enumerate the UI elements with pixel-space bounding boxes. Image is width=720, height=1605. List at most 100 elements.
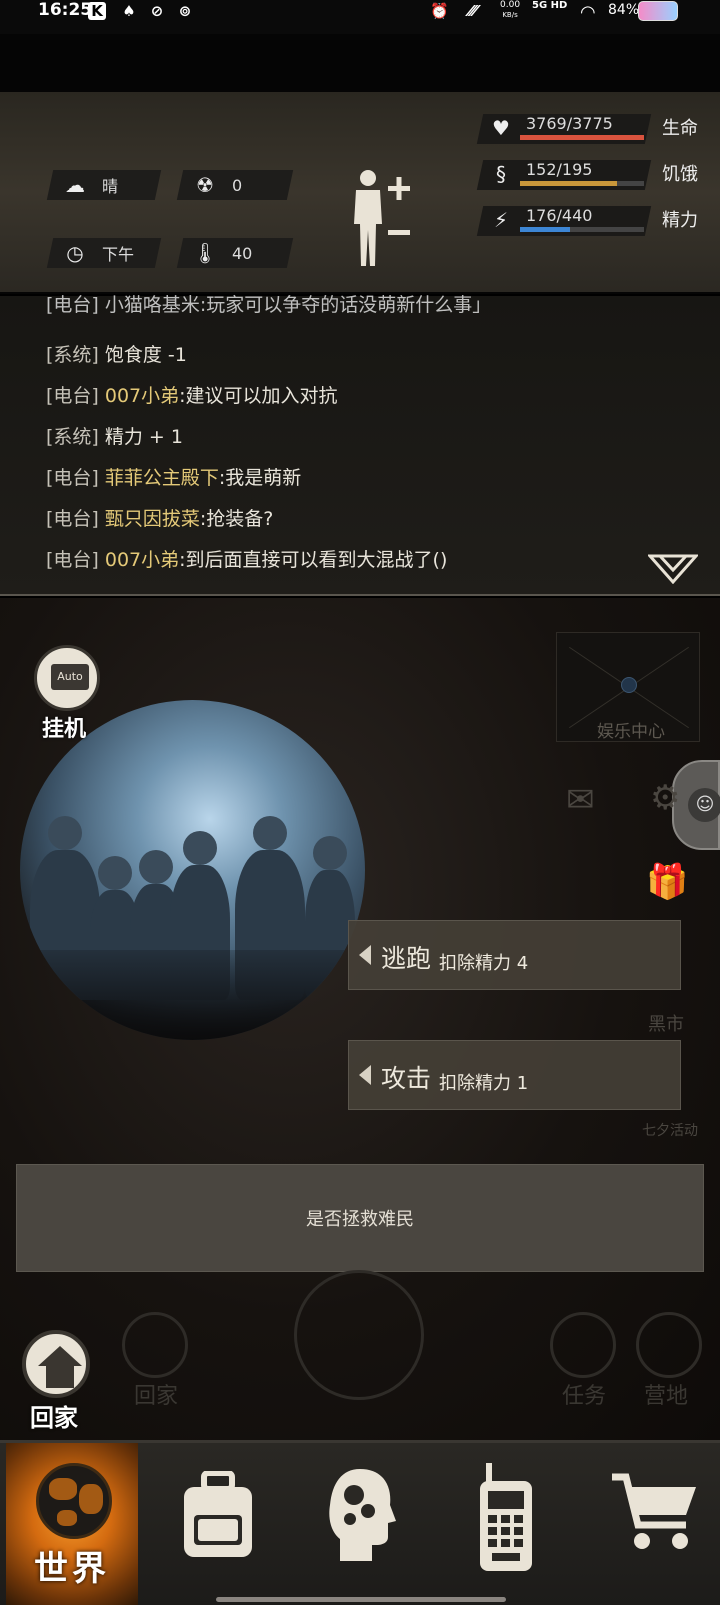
energy-value: 176/440 [526,206,593,225]
rescue-refugees-prompt: 是否拯救难民 [16,1164,704,1272]
log-message: 精力 + 1 [104,426,183,448]
log-tag: [电台] [46,549,99,571]
temperature-box: 🌡 40 [176,238,294,268]
weather-box: ☁ 晴 [46,170,162,200]
log-line: [电台] 007小弟:建议可以加入对抗 [46,381,338,408]
alarm-icon: ⏰ [430,2,449,20]
house-icon [38,1346,82,1366]
settings-gear-icon[interactable]: ⚙ [650,778,680,818]
radiation-box: ☢ 0 [176,170,294,200]
temperature-value: 40 [232,243,253,263]
collapse-log-icon[interactable] [648,554,698,584]
log-line: [系统] 饱食度 -1 [46,340,187,367]
log-line: [电台] 甄只因拔菜:抢装备? [46,504,273,531]
battery-text: 84% [608,2,640,18]
stats-panel: ☁ 晴 ☢ 0 ◷ 下午 🌡 40 ♥ 3769/3775 生命 § 152/195 饥… [0,92,720,292]
walkie-talkie-icon[interactable] [476,1463,536,1573]
log-tag: [电台] [46,385,99,407]
energy-icon: ⚡ [493,208,509,232]
shopping-cart-icon[interactable] [610,1471,700,1555]
thermometer-icon: 🌡 [192,241,218,265]
log-line: [系统] 精力 + 1 [46,422,183,449]
log-username[interactable]: 007小弟 [105,385,179,407]
gift-icon[interactable]: 🎁 [646,862,688,902]
flee-title: 逃跑 [381,944,432,973]
hunger-bar: § 152/195 饥饿 [476,156,710,190]
network-indicator: 5G HD [532,0,568,11]
log-line: [电台] 菲菲公主殿下:我是萌新 [46,463,301,490]
k-app-icon: K [88,2,106,20]
home-indicator [216,1597,506,1602]
enemy-soldiers-illustration [20,700,365,1040]
radiation-icon: ☢ [196,173,214,197]
log-tag: [电台] [46,467,99,489]
status-bar: 16:25 K ♠ ⊘ ⊚ ⏰ ⁄⁄⁄ 0.00 KB/s 5G HD ◠ 84… [0,0,720,34]
net-speed: 0.00 KB/s [500,0,521,19]
radiation-value: 0 [232,175,243,195]
notification-icon: ⊚ [178,2,192,20]
log-tag: [电台] [46,508,99,530]
weather-icon: ☁ [65,173,85,197]
time-of-day-value: 下午 [102,245,135,264]
flee-cost: 扣除精力 4 [439,953,529,974]
wifi-icon: ◠ [580,2,596,23]
auto-icon: Auto [51,664,89,690]
hunger-value: 152/195 [526,160,593,179]
bg-camp-label: 营地 [644,1384,689,1409]
energy-bar: ⚡ 176/440 精力 [476,202,710,236]
nav-world[interactable]: 世界 [6,1443,138,1605]
log-username[interactable]: 007小弟 [105,549,179,571]
brain-skills-icon[interactable] [326,1465,396,1565]
log-tag: [系统] [46,426,99,448]
status-time: 16:25 [38,0,93,20]
auto-idle-button[interactable]: Auto 挂机 [32,645,102,742]
log-line: [电台] 007小弟:到后面直接可以看到大混战了() [46,545,447,572]
go-home-label: 回家 [30,1404,78,1432]
backpack-icon[interactable] [178,1471,258,1561]
time-box: ◷ 下午 [46,238,162,268]
clock-icon: ◷ [66,241,84,265]
energy-fill [520,227,570,232]
weather-value: 晴 [102,177,119,196]
log-username[interactable]: 菲菲公主殿下 [105,467,219,489]
stomach-icon: § [496,162,506,186]
bg-home-label: 回家 [134,1384,179,1409]
attack-title: 攻击 [381,1064,432,1093]
log-message: :抢装备? [199,508,274,530]
bg-task-label: 任务 [562,1384,607,1409]
qq-icon: ♠ [122,2,136,20]
log-username[interactable]: 甄只因拔菜 [105,508,200,530]
chat-bubble-icon: ☺ [688,788,720,822]
hp-value: 3769/3775 [526,114,613,133]
attack-button[interactable]: 攻击 扣除精力 1 [348,1040,681,1110]
hunger-label: 饥饿 [662,164,698,185]
arrow-left-icon [359,1065,371,1085]
black-market-label[interactable]: 黑市 [648,1010,684,1036]
energy-label: 精力 [662,210,698,231]
hp-fill [520,135,644,140]
body-status-icon[interactable] [348,166,418,272]
entertainment-center-button[interactable]: 娱乐中心 [556,632,700,742]
speed-icon: ⁄⁄⁄ [469,2,477,20]
flee-button[interactable]: 逃跑 扣除精力 4 [348,920,681,990]
arrow-left-icon [359,945,371,965]
auto-label: 挂机 [42,717,87,742]
globe-icon [36,1463,112,1539]
app-icon: ⊘ [150,2,164,20]
hunger-fill [520,181,617,186]
hp-bar: ♥ 3769/3775 生命 [476,110,710,144]
log-tag: [系统] [46,344,99,366]
heart-icon: ♥ [492,116,510,140]
bg-center-circle [294,1270,424,1400]
log-message: :到后面直接可以看到大混战了() [179,549,448,571]
bg-home-circle [122,1312,188,1378]
mail-icon[interactable]: ✉ [566,780,595,820]
nav-world-label: 世界 [34,1549,110,1589]
qixi-event-label[interactable]: 七夕活动 [642,1120,698,1140]
bg-camp-circle [636,1312,702,1378]
go-home-button[interactable]: 回家 [20,1330,92,1432]
log-message: :建议可以加入对抗 [179,385,338,407]
attack-cost: 扣除精力 1 [439,1073,529,1094]
prompt-text: 是否拯救难民 [306,1209,414,1230]
log-message: 饱食度 -1 [104,344,187,366]
